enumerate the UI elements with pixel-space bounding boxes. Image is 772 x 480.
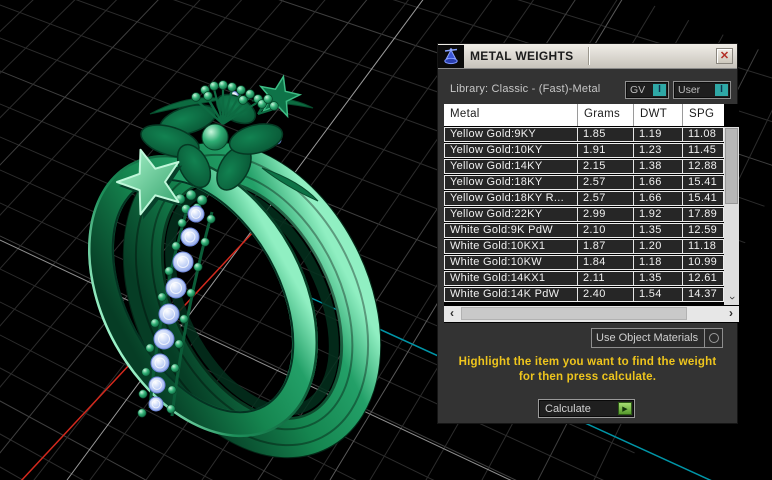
materials-select-radio-icon[interactable] [704, 329, 722, 347]
cell-dwt: 1.19 [634, 128, 683, 141]
table-row[interactable]: White Gold:10KX1 1.87 1.20 11.18 [444, 239, 724, 254]
metal-weights-panel: METAL WEIGHTS ✕ Library: Classic - (Fast… [437, 43, 739, 424]
ring-model[interactable] [43, 74, 431, 480]
cell-grams: 2.40 [578, 288, 634, 301]
cell-spg: 15.41 [688, 192, 718, 204]
table-row[interactable]: Yellow Gold:18KY 2.57 1.66 15.41 [444, 175, 724, 190]
cell-dwt: 1.66 [634, 176, 683, 189]
table-row[interactable]: Yellow Gold:9KY 1.85 1.19 11.08 [444, 127, 724, 142]
titlebar-divider [588, 47, 590, 65]
cell-grams: 2.99 [578, 208, 634, 221]
scroll-left-icon[interactable]: ‹ [444, 306, 460, 322]
flower-center [201, 123, 229, 151]
cell-metal: Yellow Gold:9KY [445, 128, 578, 141]
scroll-down-icon[interactable]: › [724, 291, 739, 305]
user-toggle-button[interactable]: User I [673, 81, 731, 99]
cell-spg: 10.99 [688, 256, 718, 268]
cell-metal: Yellow Gold:14KY [445, 160, 578, 173]
cell-spg: 11.45 [688, 144, 717, 156]
library-label: Library: Classic - (Fast)-Metal [450, 83, 601, 95]
metal-weights-table: Metal Grams DWT SPG Yellow Gold:9KY 1.85 1… [444, 104, 739, 323]
cell-metal: White Gold:10KX1 [445, 240, 578, 253]
cell-dwt: 1.54 [634, 288, 683, 301]
cell-grams: 2.57 [578, 176, 634, 189]
gv-toggle-indicator: I [653, 84, 666, 96]
cell-metal: Yellow Gold:18KY [445, 176, 578, 189]
table-row[interactable]: Yellow Gold:14KY 2.15 1.38 12.88 [444, 159, 724, 174]
table-row[interactable]: White Gold:14K PdW 2.40 1.54 14.37 [444, 287, 724, 302]
cell-metal: White Gold:9K PdW [445, 224, 578, 237]
table-row[interactable]: Yellow Gold:10KY 1.91 1.23 11.45 [444, 143, 724, 158]
cell-dwt: 1.38 [634, 160, 683, 173]
table-row[interactable]: Yellow Gold:18KY R... 2.57 1.66 15.41 [444, 191, 724, 206]
instruction-line-2: for then press calculate. [518, 371, 657, 383]
column-header-grams[interactable]: Grams [578, 104, 634, 126]
cell-grams: 1.85 [578, 128, 634, 141]
column-header-dwt[interactable]: DWT [634, 104, 683, 126]
materials-select-value: Use Object Materials [596, 332, 699, 344]
cell-grams: 1.87 [578, 240, 634, 253]
scroll-right-icon[interactable]: › [723, 306, 739, 322]
cell-spg: 12.88 [688, 160, 718, 172]
cell-spg: 14.37 [688, 288, 718, 300]
table-row[interactable]: White Gold:10KW 1.84 1.18 10.99 [444, 255, 724, 270]
cell-grams: 1.84 [578, 256, 634, 269]
table-row[interactable]: Yellow Gold:22KY 2.99 1.92 17.89 [444, 207, 724, 222]
cell-metal: White Gold:14K PdW [445, 288, 578, 301]
close-icon[interactable]: ✕ [716, 48, 733, 64]
cell-metal: White Gold:10KW [445, 256, 578, 269]
cell-dwt: 1.20 [634, 240, 683, 253]
user-toggle-indicator: I [715, 84, 728, 96]
cell-grams: 2.11 [578, 272, 634, 285]
cell-metal: Yellow Gold:18KY R... [445, 192, 578, 205]
cell-grams: 2.57 [578, 192, 634, 205]
cell-spg: 11.18 [688, 240, 717, 252]
horizontal-scrollbar[interactable]: ‹ › [444, 306, 739, 322]
cell-dwt: 1.35 [634, 272, 683, 285]
gv-label: GV [630, 84, 646, 96]
cell-dwt: 1.18 [634, 256, 683, 269]
cell-metal: Yellow Gold:22KY [445, 208, 578, 221]
table-header: Metal Grams DWT SPG [444, 104, 739, 126]
cell-metal: White Gold:14KX1 [445, 272, 578, 285]
panel-titlebar[interactable]: METAL WEIGHTS ✕ [438, 44, 737, 69]
calculate-button[interactable]: Calculate ▶ [538, 399, 635, 418]
cell-spg: 12.59 [688, 224, 718, 236]
user-label: User [678, 84, 701, 96]
calculate-label: Calculate [545, 402, 591, 415]
gv-toggle-button[interactable]: GV I [625, 81, 669, 99]
column-header-metal[interactable]: Metal [444, 104, 578, 126]
panel-title: METAL WEIGHTS [470, 49, 574, 63]
cell-dwt: 1.66 [634, 192, 683, 205]
cell-grams: 1.91 [578, 144, 634, 157]
instruction-message: Highlight the item you want to find the … [438, 355, 737, 385]
column-header-spg[interactable]: SPG [683, 104, 724, 126]
cell-dwt: 1.35 [634, 224, 683, 237]
cell-grams: 2.10 [578, 224, 634, 237]
vertical-scrollbar[interactable]: › [724, 127, 739, 305]
materials-select[interactable]: Use Object Materials [591, 328, 723, 348]
cell-spg: 11.08 [688, 128, 717, 140]
cell-metal: Yellow Gold:10KY [445, 144, 578, 157]
cell-spg: 15.41 [688, 176, 718, 188]
cell-spg: 12.61 [688, 272, 718, 284]
horizontal-scrollbar-thumb[interactable] [461, 307, 687, 320]
cell-grams: 2.15 [578, 160, 634, 173]
cell-dwt: 1.92 [634, 208, 683, 221]
vertical-scrollbar-thumb[interactable] [725, 128, 738, 204]
instruction-line-1: Highlight the item you want to find the … [458, 356, 717, 368]
cell-dwt: 1.23 [634, 144, 683, 157]
scrollbar-corner [724, 104, 739, 126]
cell-spg: 17.89 [688, 208, 718, 220]
table-row[interactable]: White Gold:14KX1 2.11 1.35 12.61 [444, 271, 724, 286]
play-icon: ▶ [618, 402, 632, 415]
scale-icon [438, 44, 464, 68]
table-row[interactable]: White Gold:9K PdW 2.10 1.35 12.59 [444, 223, 724, 238]
